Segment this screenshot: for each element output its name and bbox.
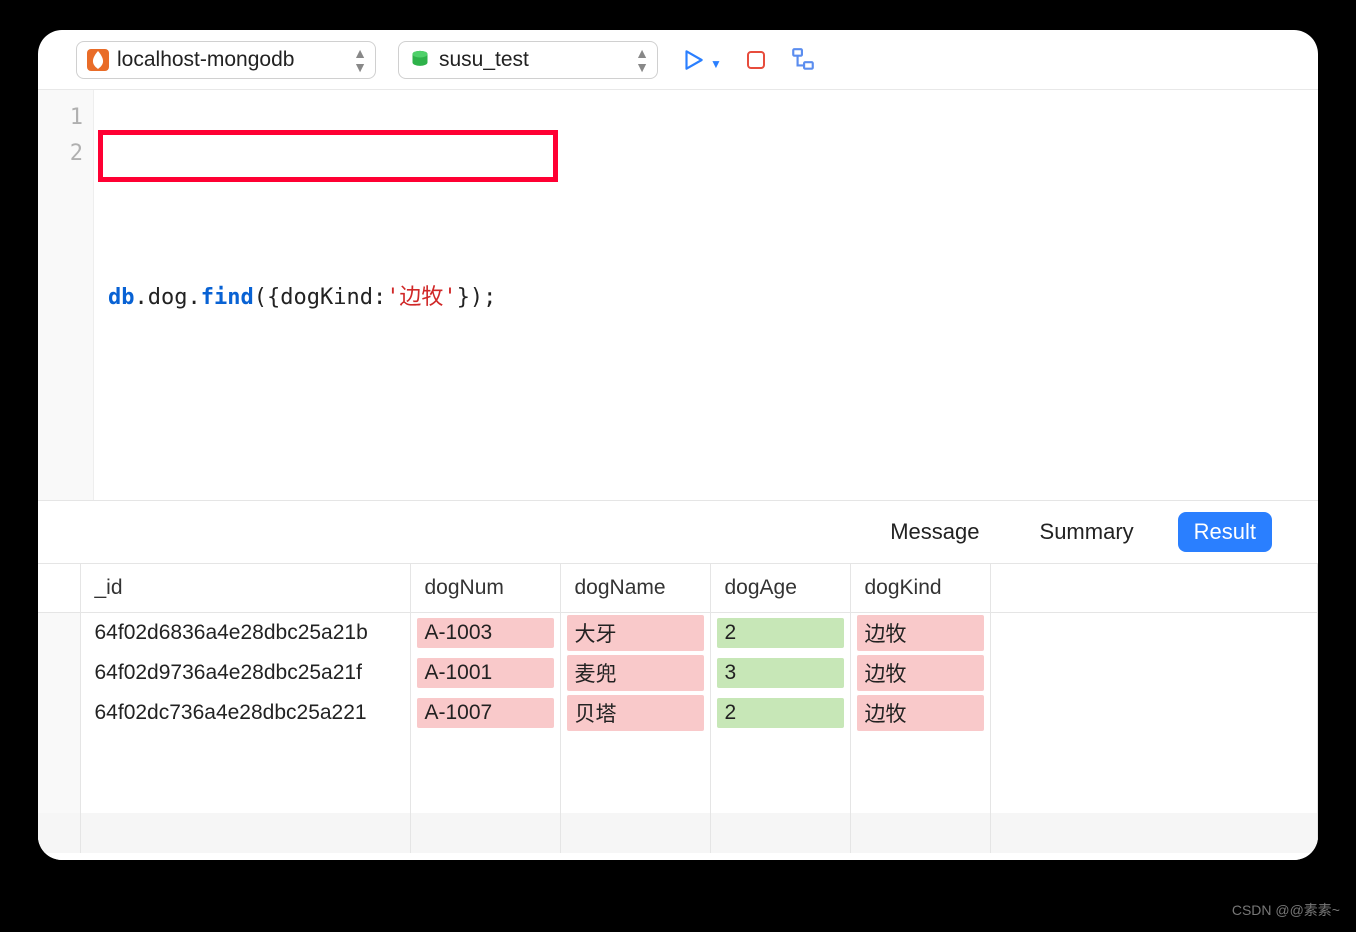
cell-dogage: 2 [717,618,844,648]
code-token: db [108,285,135,310]
code-token: . [188,285,201,310]
connection-dropdown[interactable]: localhost-mongodb ▲▼ [76,41,376,79]
stop-button[interactable] [744,48,768,72]
run-dropdown-caret-icon[interactable]: ▼ [710,57,722,71]
chevron-updown-icon: ▲▼ [635,46,647,74]
line-gutter: 1 2 [38,90,94,500]
chevron-updown-icon: ▲▼ [353,46,365,74]
cell-id: 64f02d6836a4e28dbc25a21b [81,621,410,645]
col-header-dogkind[interactable]: dogKind [850,564,990,612]
cell-dogkind: 边牧 [857,695,984,731]
cell-dogage: 3 [717,658,844,688]
database-label: susu_test [439,48,529,72]
code-token: . [135,285,148,310]
code-token: }); [457,285,497,310]
code-token: '边牧' [386,285,457,310]
col-header-dognum[interactable]: dogNum [410,564,560,612]
table-row[interactable]: 64f02d6836a4e28dbc25a21b A-1003 大牙 2 边牧 [38,612,1318,653]
table-row-empty [38,773,1318,813]
results-tabs: Message Summary Result [38,500,1318,564]
cell-dogage: 2 [717,698,844,728]
connection-label: localhost-mongodb [117,48,294,72]
ide-window: localhost-mongodb ▲▼ susu_test ▲▼ ▼ [38,30,1318,860]
toolbar: localhost-mongodb ▲▼ susu_test ▲▼ ▼ [38,30,1318,90]
cell-dogname: 麦兜 [567,655,704,691]
code-token: dog [148,285,188,310]
cell-dogname: 贝塔 [567,695,704,731]
watermark: CSDN @@素素~ [1232,900,1340,920]
col-header-dogname[interactable]: dogName [560,564,710,612]
cell-id: 64f02dc736a4e28dbc25a221 [81,701,410,725]
cell-dogkind: 边牧 [857,655,984,691]
code-token: ({dogKind: [254,285,386,310]
mongodb-icon [87,49,109,71]
structure-button[interactable] [790,47,816,73]
code-editor[interactable]: 1 2 db.dog.find({dogKind:'边牧'}); [38,90,1318,500]
cell-dognum: A-1003 [417,618,554,648]
row-number-header [38,564,80,612]
col-header-empty [990,564,1318,612]
cell-dogname: 大牙 [567,615,704,651]
cell-id: 64f02d9736a4e28dbc25a21f [81,661,410,685]
tab-summary[interactable]: Summary [1024,512,1150,552]
code-area[interactable]: db.dog.find({dogKind:'边牧'}); [94,90,1318,500]
table-row-empty [38,733,1318,773]
cell-dognum: A-1001 [417,658,554,688]
database-icon [409,49,431,71]
code-token: find [201,285,254,310]
tab-result[interactable]: Result [1178,512,1272,552]
table-row-empty [38,813,1318,853]
results-table-wrap: _id dogNum dogName dogAge dogKind 64f02d… [38,564,1318,860]
tab-message[interactable]: Message [874,512,995,552]
table-row[interactable]: 64f02dc736a4e28dbc25a221 A-1007 贝塔 2 边牧 [38,693,1318,733]
database-dropdown[interactable]: susu_test ▲▼ [398,41,658,79]
results-table: _id dogNum dogName dogAge dogKind 64f02d… [38,564,1318,853]
cell-dognum: A-1007 [417,698,554,728]
run-button[interactable]: ▼ [680,47,722,73]
table-row[interactable]: 64f02d9736a4e28dbc25a21f A-1001 麦兜 3 边牧 [38,653,1318,693]
col-header-id[interactable]: _id [80,564,410,612]
col-header-dogage[interactable]: dogAge [710,564,850,612]
cell-dogkind: 边牧 [857,615,984,651]
